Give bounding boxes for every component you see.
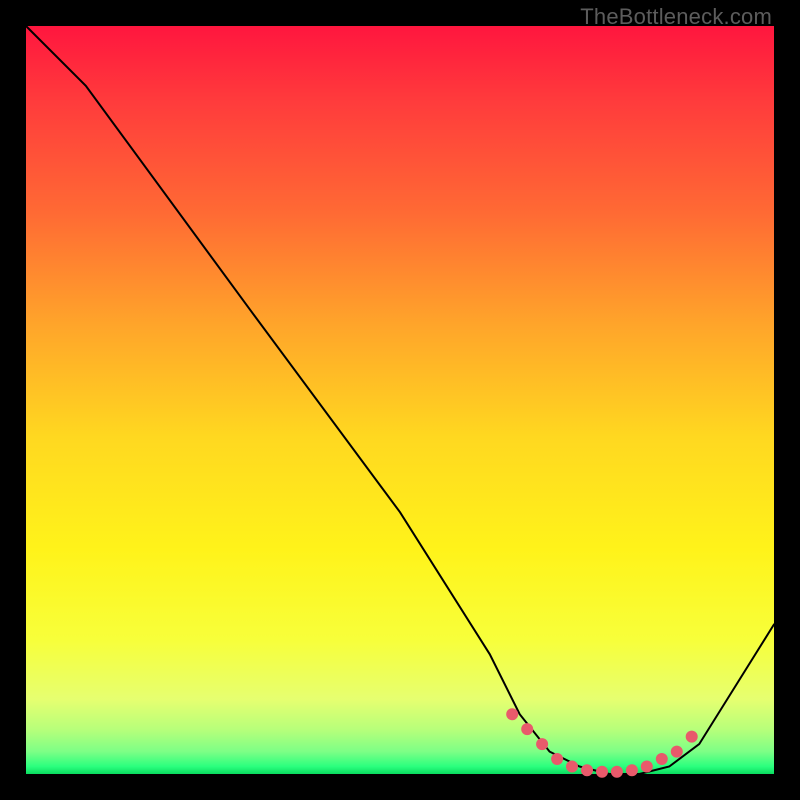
optimal-dot — [566, 761, 578, 773]
optimal-dot — [686, 731, 698, 743]
optimal-dot — [611, 766, 623, 778]
optimal-dot — [671, 746, 683, 758]
optimal-dot — [596, 766, 608, 778]
chart-frame: TheBottleneck.com — [0, 0, 800, 800]
optimal-dot — [581, 764, 593, 776]
optimal-dot — [536, 738, 548, 750]
bottleneck-curve — [26, 26, 774, 774]
chart-svg — [26, 26, 774, 774]
optimal-dot — [551, 753, 563, 765]
optimal-dot — [506, 708, 518, 720]
optimal-dot — [641, 761, 653, 773]
optimal-dot — [521, 723, 533, 735]
chart-plot-area — [26, 26, 774, 774]
optimal-dot — [626, 764, 638, 776]
watermark-text: TheBottleneck.com — [580, 4, 772, 30]
optimal-dot — [656, 753, 668, 765]
